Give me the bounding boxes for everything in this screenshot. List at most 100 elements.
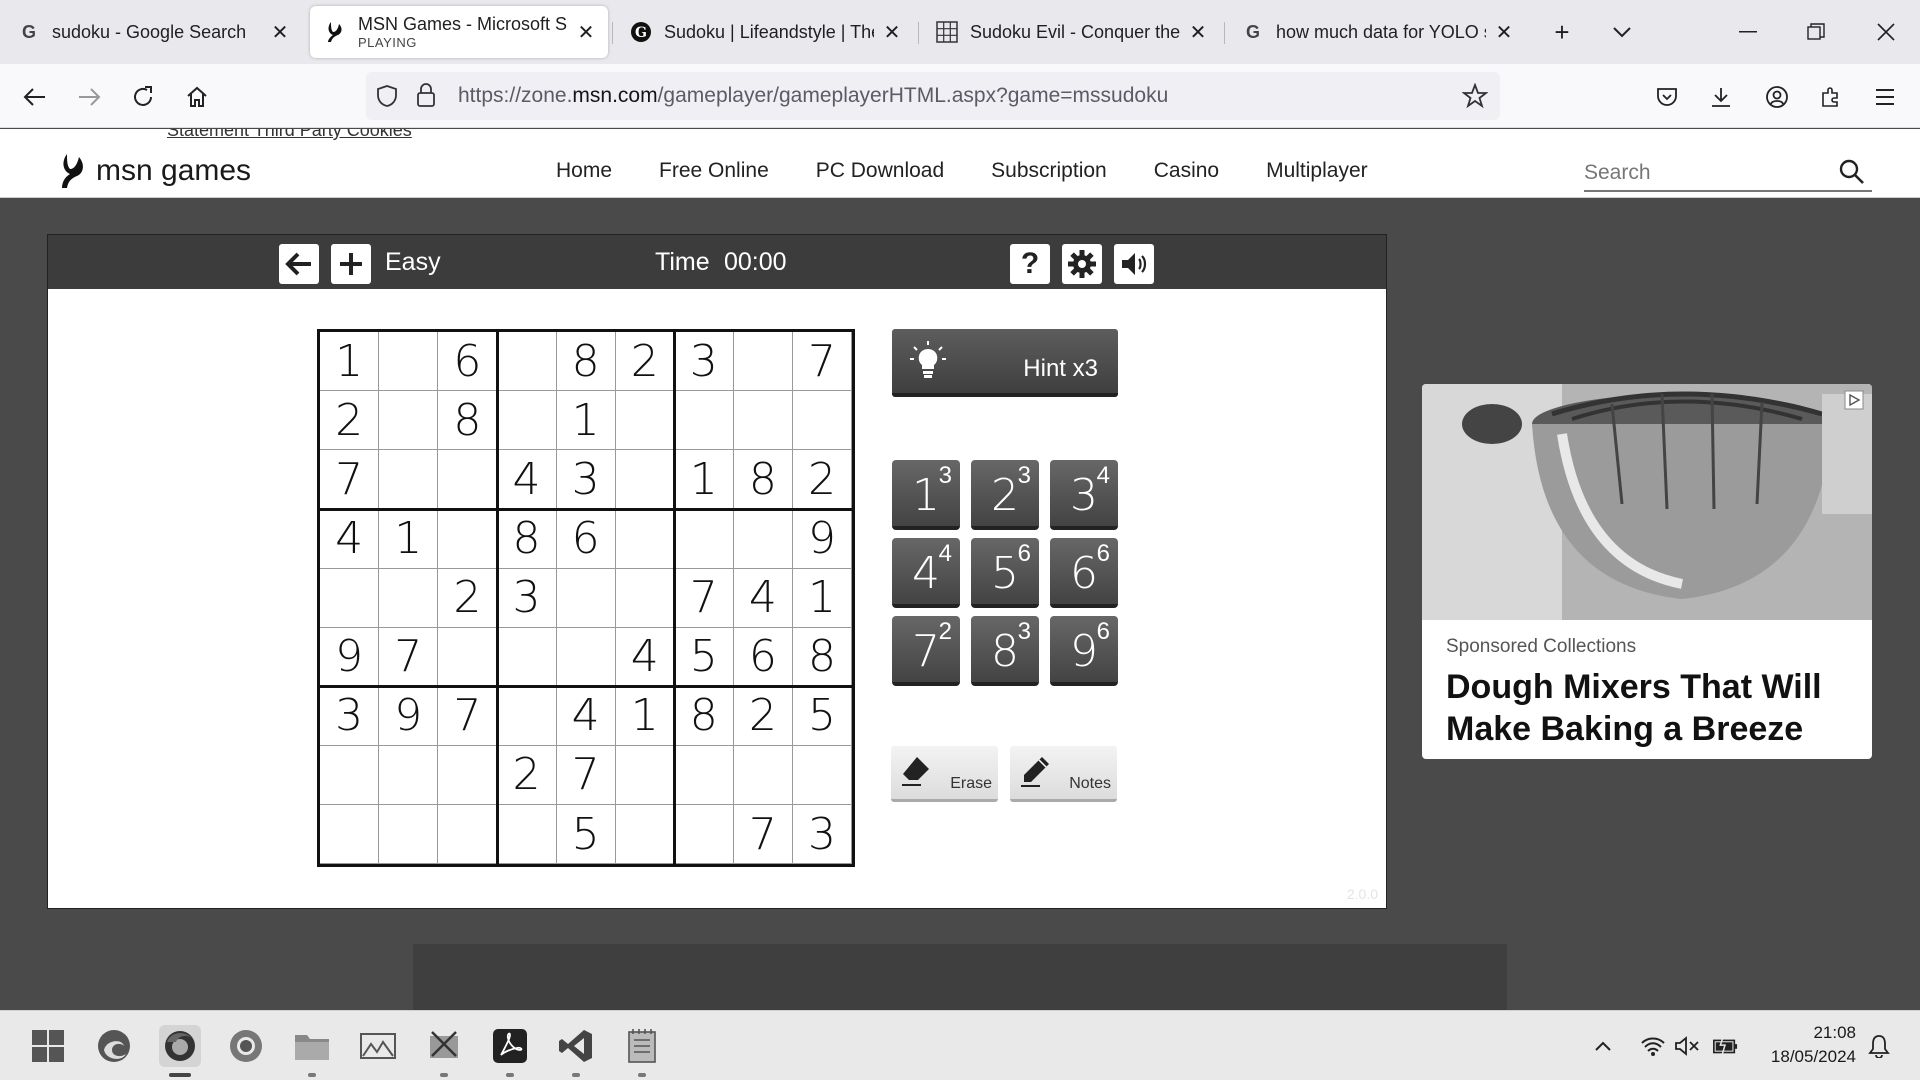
sudoku-cell[interactable]: 2 [615, 332, 675, 392]
close-icon[interactable]: ✕ [574, 20, 598, 44]
close-icon[interactable]: ✕ [880, 20, 904, 44]
search-icon[interactable] [1838, 158, 1866, 186]
menu-icon[interactable] [1866, 78, 1904, 116]
sudoku-cell[interactable] [379, 568, 439, 628]
sudoku-cell[interactable] [497, 804, 557, 865]
sponsored-ad[interactable]: Sponsored Collections Dough Mixers That … [1422, 384, 1872, 759]
home-button[interactable] [178, 78, 216, 116]
url-bar[interactable]: https://zone.msn.com/gameplayer/gameplay… [366, 72, 1500, 120]
sudoku-cell[interactable] [615, 568, 675, 628]
tab-msn-games[interactable]: MSN Games - Microsoft Sudoku PLAYING ✕ [310, 6, 608, 58]
sudoku-cell[interactable]: 8 [733, 450, 794, 510]
sudoku-cell[interactable]: 7 [674, 568, 734, 628]
sudoku-cell[interactable] [497, 332, 557, 392]
nav-home[interactable]: Home [556, 159, 612, 183]
tab-google-search[interactable]: G sudoku - Google Search ✕ [4, 6, 302, 58]
sudoku-cell[interactable] [674, 509, 734, 569]
sudoku-cell[interactable] [674, 391, 734, 451]
nav-multiplayer[interactable]: Multiplayer [1266, 159, 1368, 183]
sudoku-cell[interactable]: 3 [792, 804, 853, 865]
number-button-3[interactable]: 34 [1050, 460, 1118, 530]
sudoku-cell[interactable]: 7 [320, 450, 380, 510]
msn-games-logo[interactable]: msn games [58, 152, 251, 190]
photos-icon[interactable] [357, 1025, 399, 1067]
sudoku-cell[interactable] [379, 804, 439, 865]
sudoku-cell[interactable]: 9 [379, 686, 439, 746]
back-button[interactable] [16, 78, 54, 116]
system-clock[interactable]: 21:08 18/05/2024 [1756, 1021, 1856, 1069]
sudoku-cell[interactable]: 8 [674, 686, 734, 746]
acrobat-icon[interactable] [489, 1025, 531, 1077]
sudoku-cell[interactable]: 3 [320, 686, 380, 746]
sudoku-cell[interactable] [615, 509, 675, 569]
sudoku-cell[interactable]: 6 [438, 332, 498, 392]
extensions-icon[interactable] [1812, 78, 1850, 116]
number-button-9[interactable]: 96 [1050, 616, 1118, 686]
sudoku-cell[interactable] [497, 627, 557, 687]
new-tab-button[interactable]: + [1544, 14, 1580, 50]
sudoku-cell[interactable]: 5 [674, 627, 734, 687]
sudoku-cell[interactable] [438, 745, 498, 806]
sudoku-cell[interactable] [733, 509, 794, 569]
lock-icon[interactable] [416, 82, 436, 113]
sudoku-cell[interactable] [792, 391, 853, 451]
sudoku-cell[interactable]: 2 [320, 391, 380, 451]
sudoku-cell[interactable]: 3 [497, 568, 557, 628]
sudoku-cell[interactable]: 4 [733, 568, 794, 628]
windows-start-icon[interactable] [27, 1025, 69, 1067]
sudoku-cell[interactable]: 7 [556, 745, 616, 806]
privacy-links[interactable]: Statement Third Party Cookies [167, 129, 412, 141]
bookmark-star-icon[interactable] [1461, 82, 1489, 114]
firefox-icon[interactable] [159, 1025, 201, 1077]
number-button-7[interactable]: 72 [892, 616, 960, 686]
search-input[interactable] [1584, 158, 1824, 188]
sudoku-cell[interactable] [320, 745, 380, 806]
wifi-icon[interactable] [1640, 1033, 1666, 1059]
notification-bell-icon[interactable] [1866, 1033, 1892, 1059]
sudoku-cell[interactable] [792, 745, 853, 806]
nav-casino[interactable]: Casino [1154, 159, 1219, 183]
sudoku-cell[interactable]: 9 [792, 509, 853, 569]
nav-pc-download[interactable]: PC Download [816, 159, 944, 183]
chrome-icon[interactable] [225, 1025, 267, 1067]
notepad-icon[interactable] [621, 1025, 663, 1077]
number-button-6[interactable]: 66 [1050, 538, 1118, 608]
chevron-up-icon[interactable] [1590, 1033, 1616, 1059]
sudoku-cell[interactable] [497, 686, 557, 746]
sudoku-cell[interactable]: 4 [320, 509, 380, 569]
nav-free-online[interactable]: Free Online [659, 159, 769, 183]
tab-yolo-search[interactable]: G how much data for YOLO size ✕ [1228, 6, 1526, 58]
sudoku-cell[interactable] [615, 804, 675, 865]
back-arrow-button[interactable] [279, 244, 319, 284]
ad-image-dough-mixer[interactable] [1422, 384, 1872, 620]
sudoku-cell[interactable]: 2 [438, 568, 498, 628]
sudoku-cell[interactable]: 8 [497, 509, 557, 569]
notes-button[interactable]: Notes [1010, 746, 1117, 802]
sudoku-cell[interactable] [674, 745, 734, 806]
sudoku-cell[interactable]: 2 [792, 450, 853, 510]
sudoku-cell[interactable]: 4 [615, 627, 675, 687]
sudoku-cell[interactable] [379, 391, 439, 451]
settings-button[interactable] [1062, 244, 1102, 284]
sudoku-cell[interactable]: 1 [556, 391, 616, 451]
file-explorer-icon[interactable] [291, 1025, 333, 1077]
forward-button[interactable] [70, 78, 108, 116]
sudoku-cell[interactable] [615, 391, 675, 451]
sudoku-cell[interactable]: 7 [733, 804, 794, 865]
sudoku-cell[interactable] [438, 627, 498, 687]
sudoku-cell[interactable]: 7 [438, 686, 498, 746]
sudoku-cell[interactable]: 3 [674, 332, 734, 392]
number-button-5[interactable]: 56 [971, 538, 1039, 608]
sudoku-cell[interactable]: 7 [379, 627, 439, 687]
sudoku-cell[interactable] [438, 450, 498, 510]
number-button-8[interactable]: 83 [971, 616, 1039, 686]
sudoku-cell[interactable] [615, 745, 675, 806]
erase-button[interactable]: Erase [891, 746, 998, 802]
sudoku-cell[interactable] [438, 509, 498, 569]
sudoku-cell[interactable]: 4 [497, 450, 557, 510]
sudoku-cell[interactable] [556, 627, 616, 687]
sudoku-cell[interactable]: 2 [497, 745, 557, 806]
restore-button[interactable] [1798, 14, 1834, 50]
sudoku-cell[interactable]: 1 [320, 332, 380, 392]
number-button-2[interactable]: 23 [971, 460, 1039, 530]
